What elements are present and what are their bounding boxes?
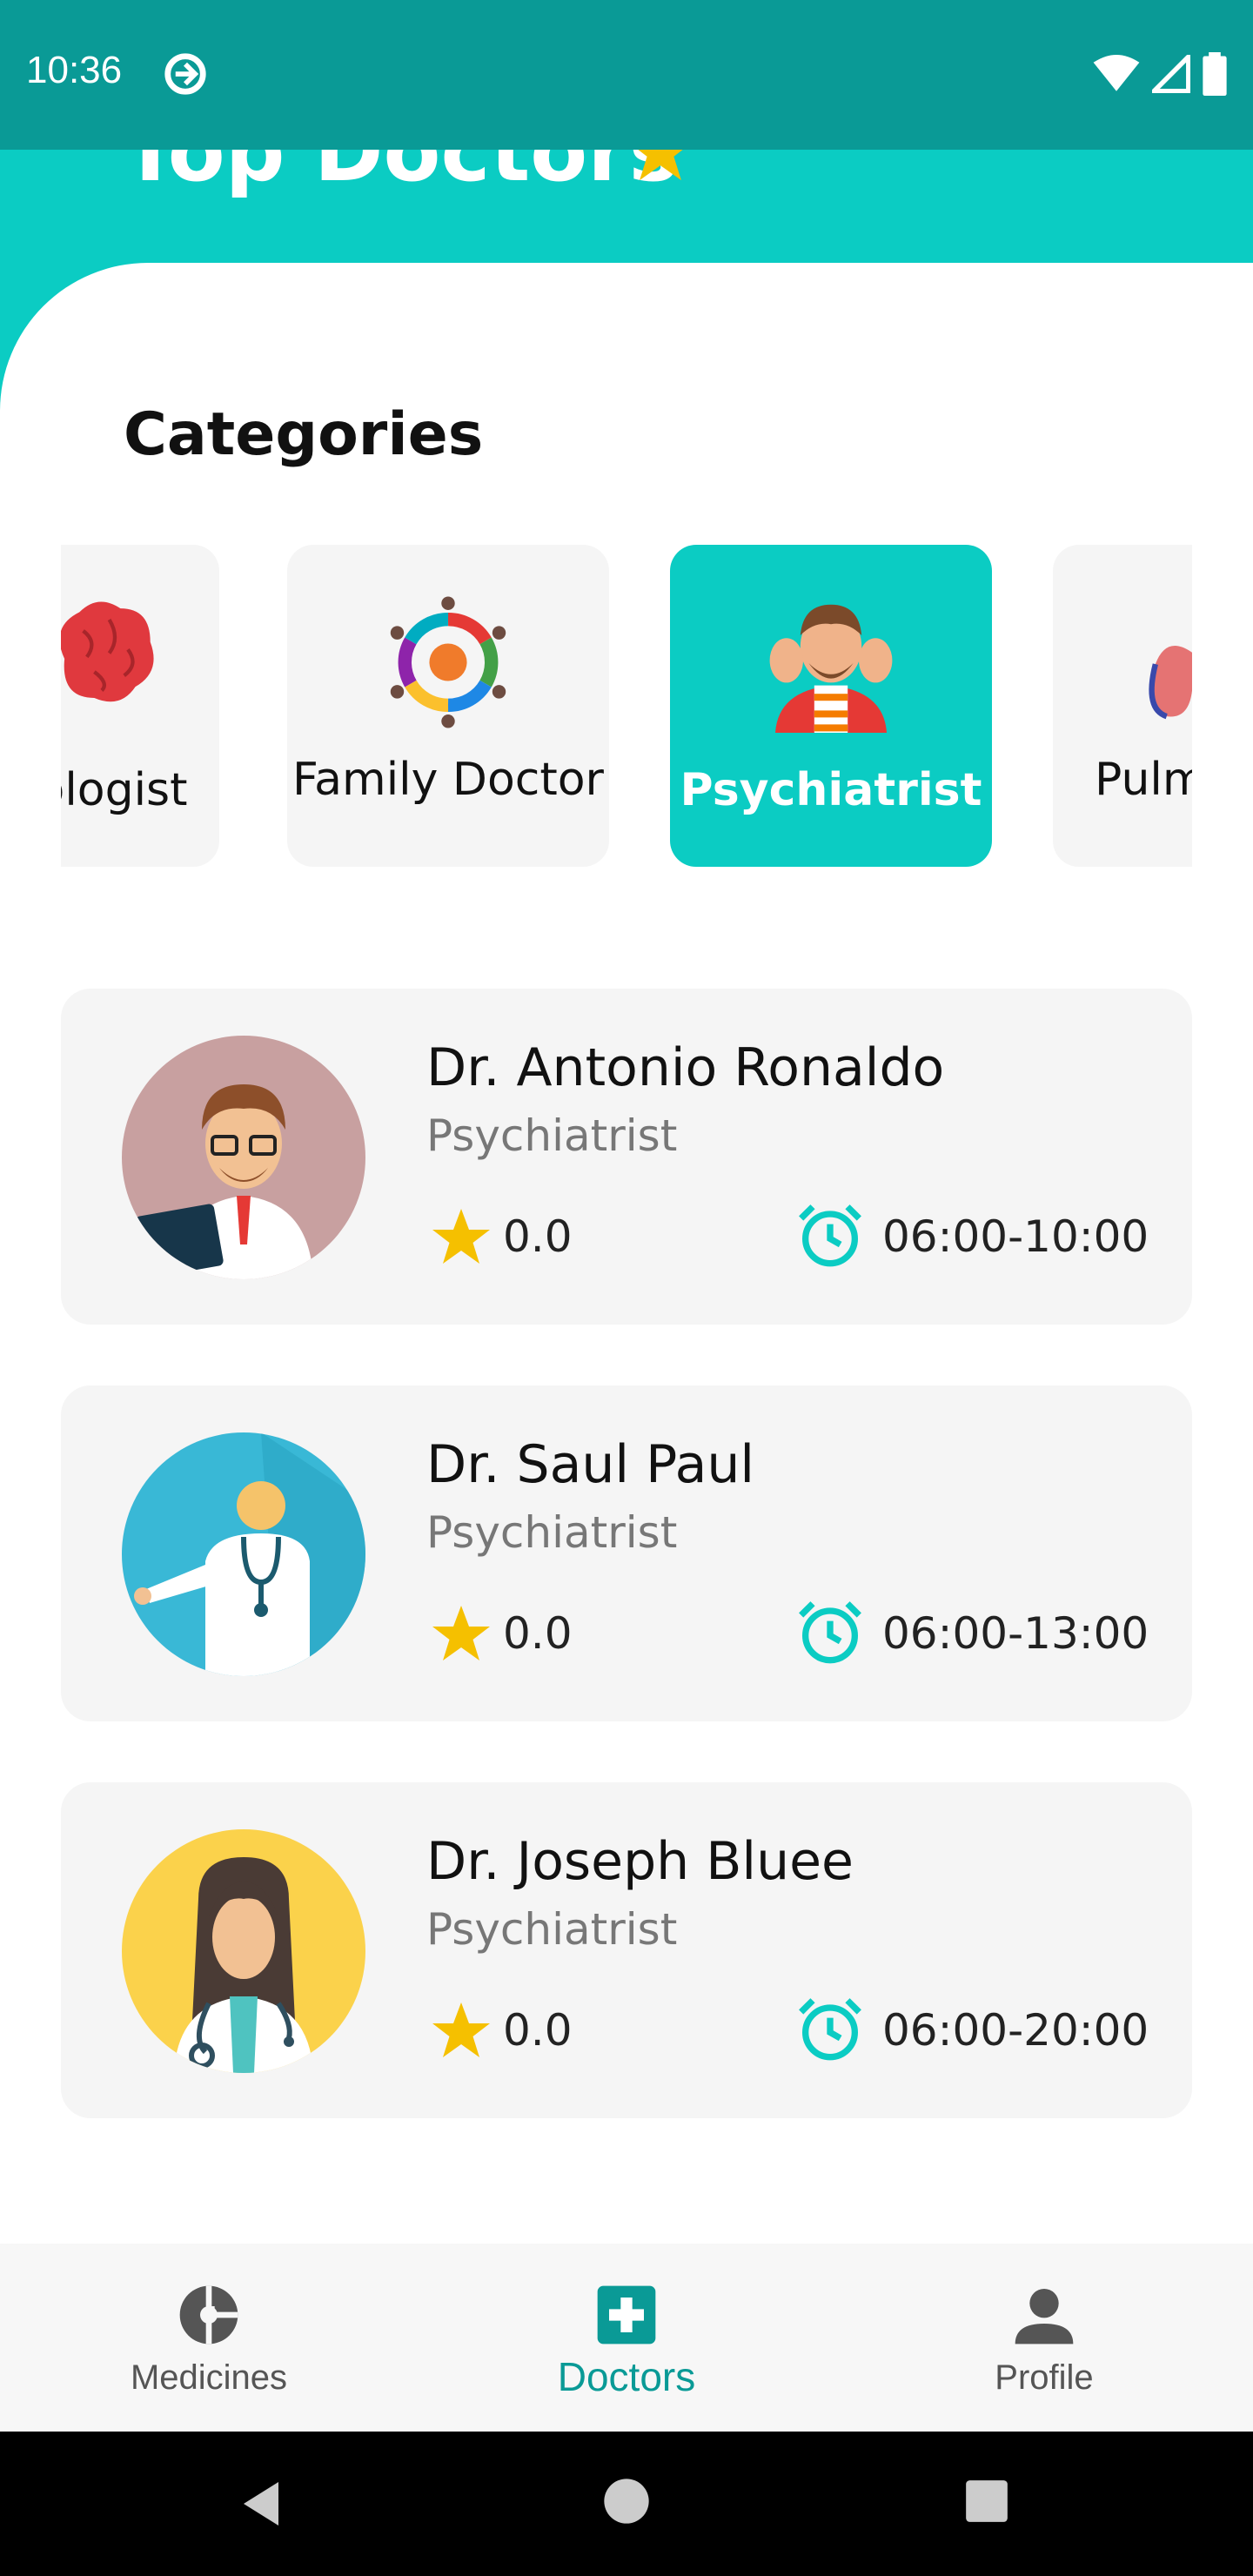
nav-label: Medicines bbox=[130, 2358, 288, 2397]
categories-title: Categories bbox=[124, 400, 484, 469]
battery-icon bbox=[1203, 52, 1227, 96]
page-title: Top Doctors bbox=[122, 150, 679, 200]
doctor-avatar-illustration bbox=[134, 1432, 365, 1676]
back-icon[interactable] bbox=[235, 2477, 287, 2531]
status-bar: 10:36 bbox=[0, 0, 1253, 150]
nav-item-doctors[interactable]: Doctors bbox=[418, 2244, 835, 2432]
medical-cross-icon bbox=[597, 2285, 656, 2345]
status-time: 10:36 bbox=[26, 49, 123, 91]
category-card-family-doctor[interactable]: Family Doctor bbox=[287, 545, 609, 867]
family-circle-icon bbox=[390, 596, 506, 728]
category-card-psychiatrist[interactable]: Psychiatrist bbox=[670, 545, 992, 867]
category-label: Family Doctor bbox=[292, 754, 604, 806]
category-card-pulmonologist[interactable]: Pulmonologist bbox=[1053, 545, 1192, 867]
pie-chart-icon bbox=[179, 2285, 238, 2345]
doctor-specialty: Psychiatrist bbox=[426, 1110, 678, 1161]
category-card-neurologist[interactable]: Neurologist bbox=[61, 545, 219, 867]
doctor-specialty: Psychiatrist bbox=[426, 1904, 678, 1955]
doctor-avatar bbox=[122, 1829, 365, 2073]
nav-label: Profile bbox=[995, 2358, 1094, 2397]
nav-label: Doctors bbox=[557, 2354, 696, 2399]
doctor-avatar-illustration bbox=[174, 1857, 313, 2073]
lungs-icon bbox=[1149, 646, 1192, 720]
doctor-avatar bbox=[122, 1036, 365, 1279]
doctor-card[interactable]: Dr. Antonio Ronaldo Psychiatrist 0.0 06:… bbox=[61, 989, 1192, 1325]
doctor-hours: 06:00-13:00 bbox=[882, 1608, 1149, 1659]
stressed-person-icon bbox=[769, 604, 893, 733]
doctor-card[interactable]: Dr. Joseph Bluee Psychiatrist 0.0 06:00-… bbox=[61, 1782, 1192, 2118]
doctor-name: Dr. Joseph Bluee bbox=[426, 1831, 854, 1892]
star-icon bbox=[432, 1606, 490, 1660]
header: Top Doctors bbox=[0, 150, 1253, 263]
home-icon[interactable] bbox=[602, 2477, 651, 2526]
doctor-hours: 06:00-10:00 bbox=[882, 1211, 1149, 1262]
doctor-name: Dr. Antonio Ronaldo bbox=[426, 1037, 945, 1098]
alarm-clock-icon bbox=[799, 1998, 861, 2061]
sync-icon bbox=[164, 53, 206, 95]
alarm-clock-icon bbox=[799, 1601, 861, 1664]
doctor-avatar bbox=[122, 1432, 365, 1676]
system-nav-bar bbox=[0, 2432, 1253, 2576]
bottom-nav: Medicines Doctors Profile bbox=[0, 2244, 1253, 2432]
star-icon bbox=[638, 150, 683, 181]
doctor-specialty: Psychiatrist bbox=[426, 1507, 678, 1558]
star-icon bbox=[432, 1209, 490, 1264]
status-icons bbox=[1093, 50, 1227, 97]
doctor-rating: 0.0 bbox=[503, 2005, 573, 2056]
doctor-hours: 06:00-20:00 bbox=[882, 2005, 1149, 2056]
alarm-clock-icon bbox=[799, 1204, 861, 1267]
nav-item-medicines[interactable]: Medicines bbox=[0, 2244, 418, 2432]
doctor-rating: 0.0 bbox=[503, 1608, 573, 1659]
wifi-icon bbox=[1093, 55, 1140, 91]
star-icon bbox=[432, 2002, 490, 2057]
category-label: Psychiatrist bbox=[680, 764, 982, 816]
brain-icon bbox=[61, 601, 154, 702]
categories-strip[interactable]: Neurologist Family Doctor bbox=[61, 545, 1192, 867]
doctor-avatar-illustration bbox=[135, 1084, 313, 1279]
doctor-card[interactable]: Dr. Saul Paul Psychiatrist 0.0 06:00-13:… bbox=[61, 1385, 1192, 1721]
category-label: Neurologist bbox=[61, 764, 188, 816]
recents-icon[interactable] bbox=[964, 2479, 1009, 2524]
category-label: Pulmonologist bbox=[1095, 754, 1192, 806]
person-icon bbox=[1015, 2289, 1074, 2345]
doctor-rating: 0.0 bbox=[503, 1211, 573, 1262]
nav-item-profile[interactable]: Profile bbox=[835, 2244, 1253, 2432]
doctor-name: Dr. Saul Paul bbox=[426, 1434, 755, 1495]
signal-icon bbox=[1152, 55, 1190, 93]
